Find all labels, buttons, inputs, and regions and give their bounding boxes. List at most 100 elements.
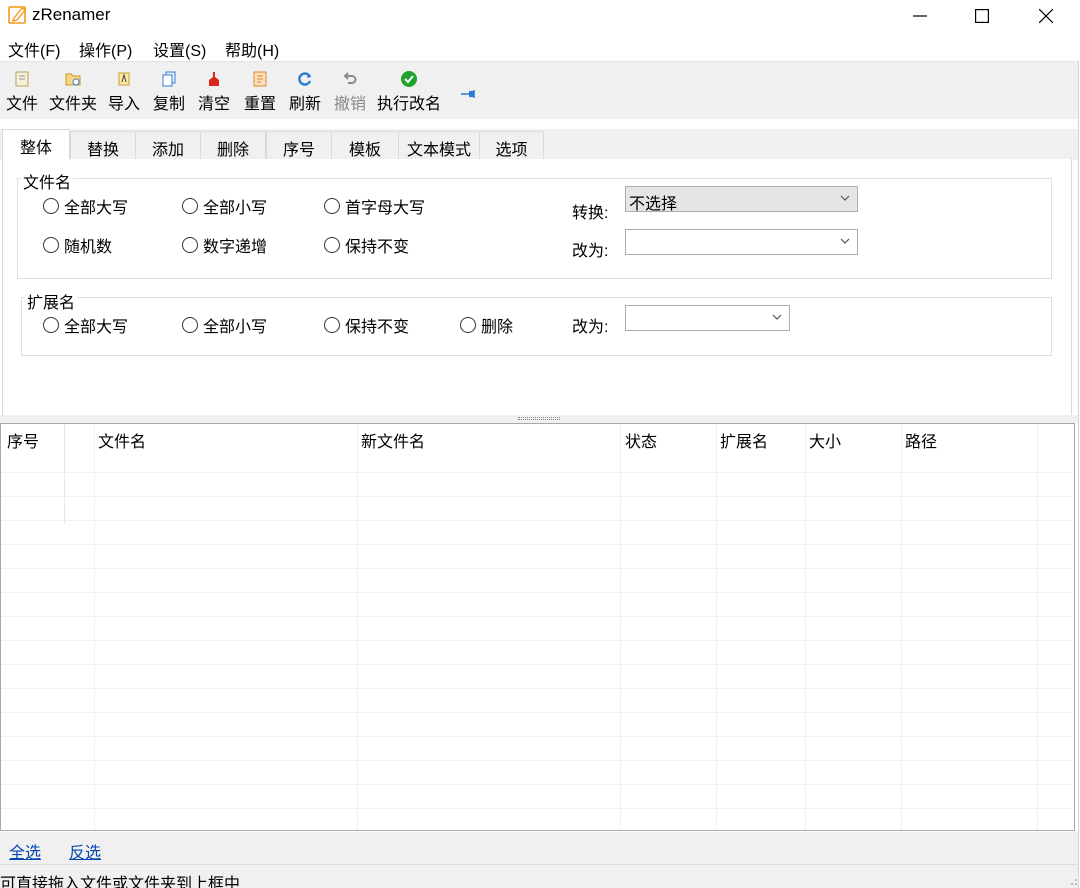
file-list[interactable]: 序号 文件名 新文件名 状态 扩展名 大小 路径 xyxy=(0,423,1075,831)
minimize-button[interactable] xyxy=(888,0,952,32)
copy-icon xyxy=(162,71,176,87)
convert-label: 转换: xyxy=(572,205,609,222)
chevron-down-icon xyxy=(840,238,850,244)
radio-circle-icon xyxy=(43,198,59,214)
filename-change-select[interactable] xyxy=(625,229,858,255)
grid-line xyxy=(1,808,1074,809)
file-button[interactable]: 文件 xyxy=(4,70,40,118)
column-header-filename[interactable]: 文件名 xyxy=(98,428,146,452)
filename-radio-increment[interactable]: 数字递增 xyxy=(182,233,267,257)
tab-overall[interactable]: 整体 xyxy=(2,129,70,160)
column-header-index[interactable]: 序号 xyxy=(7,428,39,452)
column-header-size[interactable]: 大小 xyxy=(809,428,841,452)
maximize-icon xyxy=(975,9,989,23)
column-header-new-filename[interactable]: 新文件名 xyxy=(361,428,425,452)
filename-group-title: 文件名 xyxy=(21,169,74,193)
filename-radio-capitalize[interactable]: 首字母大写 xyxy=(324,194,425,218)
tab-add[interactable]: 添加 xyxy=(135,131,201,160)
invert-selection-link[interactable]: 反选 xyxy=(69,839,101,863)
refresh-button[interactable]: 刷新 xyxy=(287,70,323,118)
ext-radio-keep[interactable]: 保持不变 xyxy=(324,313,409,337)
column-header-extension[interactable]: 扩展名 xyxy=(720,428,768,452)
grid-line xyxy=(620,424,621,830)
menu-help[interactable]: 帮助(H) xyxy=(225,37,279,61)
radio-circle-icon xyxy=(324,317,340,333)
grid-line xyxy=(357,424,358,830)
radio-circle-icon xyxy=(324,237,340,253)
grid-line xyxy=(1,760,1074,761)
undo-button[interactable]: 撤销 xyxy=(332,70,368,118)
file-icon xyxy=(15,71,29,87)
execute-rename-button[interactable]: 执行改名 xyxy=(376,70,442,118)
column-header-path[interactable]: 路径 xyxy=(905,428,937,452)
title-bar: zRenamer xyxy=(0,0,1080,32)
ext-change-select[interactable] xyxy=(625,305,790,331)
status-bar: 可直接拖入文件或文件夹到上框中 xyxy=(0,864,1080,888)
close-button[interactable] xyxy=(1014,0,1078,32)
filename-radio-keep[interactable]: 保持不变 xyxy=(324,233,409,257)
status-text: 可直接拖入文件或文件夹到上框中 xyxy=(0,876,241,888)
tab-delete[interactable]: 删除 xyxy=(200,131,266,160)
reset-button[interactable]: 重置 xyxy=(242,70,278,118)
folder-icon xyxy=(65,73,81,86)
tab-template[interactable]: 模板 xyxy=(331,131,399,160)
panel-splitter[interactable] xyxy=(0,415,1078,423)
ext-change-label: 改为: xyxy=(572,319,609,336)
column-header-status[interactable]: 状态 xyxy=(625,428,657,452)
close-icon xyxy=(1039,9,1053,23)
tab-text-mode[interactable]: 文本模式 xyxy=(398,131,480,160)
filename-radio-random[interactable]: 随机数 xyxy=(43,233,112,257)
chevron-down-icon xyxy=(772,314,782,320)
radio-circle-icon xyxy=(182,237,198,253)
grid-line xyxy=(716,424,717,830)
grid-line xyxy=(1,472,1074,473)
pin-button[interactable] xyxy=(460,86,478,104)
grid-line xyxy=(94,424,95,830)
window-title: zRenamer xyxy=(32,5,111,24)
grid-line xyxy=(805,424,806,830)
filename-radio-all-upper[interactable]: 全部大写 xyxy=(43,194,128,218)
filename-groupbox xyxy=(17,178,1052,279)
clear-button[interactable]: 清空 xyxy=(196,70,232,118)
undo-icon xyxy=(343,72,357,84)
select-all-link[interactable]: 全选 xyxy=(9,839,41,863)
menu-settings[interactable]: 设置(S) xyxy=(153,37,206,61)
radio-circle-icon xyxy=(182,317,198,333)
resize-grip-icon[interactable] xyxy=(1068,876,1078,886)
broom-icon xyxy=(209,72,219,86)
menu-operation[interactable]: 操作(P) xyxy=(79,37,132,61)
grid-line xyxy=(1,520,1074,521)
menu-bar: 文件(F) 操作(P) 设置(S) 帮助(H) xyxy=(0,34,1080,60)
ext-radio-all-lower[interactable]: 全部小写 xyxy=(182,313,267,337)
minimize-icon xyxy=(913,15,927,17)
reset-icon xyxy=(253,71,267,87)
radio-circle-icon xyxy=(324,198,340,214)
chevron-down-icon xyxy=(840,195,850,201)
tab-sequence[interactable]: 序号 xyxy=(266,131,332,160)
tab-options[interactable]: 选项 xyxy=(479,131,544,160)
ext-radio-delete[interactable]: 删除 xyxy=(460,313,513,337)
pin-icon xyxy=(461,90,475,98)
refresh-icon xyxy=(298,72,312,86)
grid-line xyxy=(1,736,1074,737)
app-logo-icon xyxy=(8,6,27,24)
radio-circle-icon xyxy=(43,237,59,253)
grid-line xyxy=(1,640,1074,641)
tab-replace[interactable]: 替换 xyxy=(70,131,136,160)
menu-file[interactable]: 文件(F) xyxy=(8,37,60,61)
grid-line xyxy=(1,568,1074,569)
copy-button[interactable]: 复制 xyxy=(151,70,187,118)
extension-groupbox xyxy=(21,297,1052,356)
convert-select[interactable]: 不选择 xyxy=(625,186,858,213)
filename-radio-all-lower[interactable]: 全部小写 xyxy=(182,194,267,218)
extension-group-title: 扩展名 xyxy=(25,289,78,313)
import-button[interactable]: 导入 xyxy=(106,70,142,118)
grid-line xyxy=(901,424,902,830)
maximize-button[interactable] xyxy=(950,0,1014,32)
grid-line xyxy=(1,496,1074,497)
grid-line xyxy=(1,784,1074,785)
folder-button[interactable]: 文件夹 xyxy=(47,70,99,118)
grid-line xyxy=(1,712,1074,713)
grid-line xyxy=(1,664,1074,665)
ext-radio-all-upper[interactable]: 全部大写 xyxy=(43,313,128,337)
